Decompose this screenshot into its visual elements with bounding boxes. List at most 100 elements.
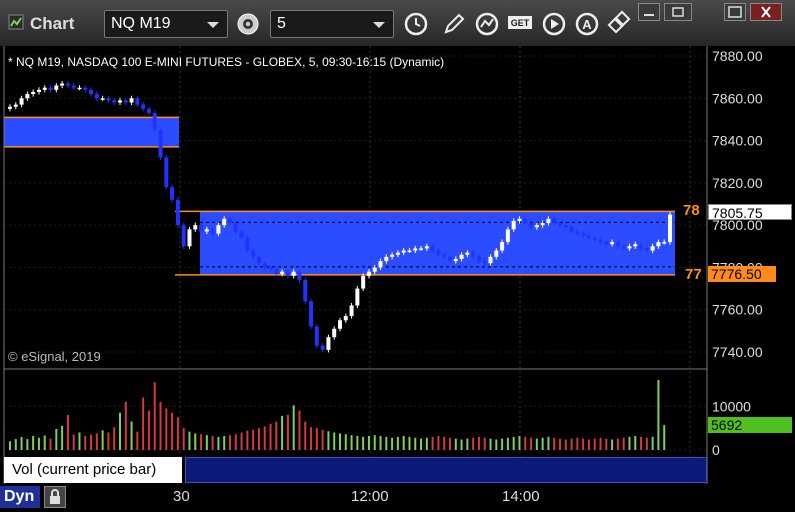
candle-body <box>413 248 418 251</box>
candle-body <box>563 225 568 228</box>
price-axis-label: 7840.00 <box>712 133 763 149</box>
candle-body <box>343 316 348 321</box>
volume-axis-label: 0 <box>712 442 720 458</box>
candle-body <box>505 229 510 243</box>
volume-bars <box>9 380 666 450</box>
candle-body <box>170 187 175 200</box>
candle-body <box>112 100 117 103</box>
candle-body <box>471 252 476 257</box>
price-axis-label: 7880.00 <box>712 48 763 64</box>
candle-body <box>639 244 644 249</box>
price-chart[interactable]: 7880.007860.007840.007820.007800.007780.… <box>0 0 795 510</box>
candle-body <box>83 87 88 90</box>
price-axis-label: 7820.00 <box>712 175 763 191</box>
candle-body <box>187 229 192 247</box>
study-close-icon[interactable]: × <box>170 456 177 470</box>
candle-body <box>65 83 70 86</box>
lock-button[interactable] <box>44 486 66 508</box>
candle-body <box>100 98 105 100</box>
candle-body <box>500 242 505 251</box>
candle-body <box>378 261 383 268</box>
study-input-area[interactable] <box>185 457 707 483</box>
candle-body <box>291 271 296 276</box>
candle-body <box>627 246 632 249</box>
candle-body <box>656 242 661 247</box>
candle-body <box>540 223 545 226</box>
candle-body <box>274 269 279 274</box>
candle-body <box>152 113 157 130</box>
candle-body <box>558 223 562 226</box>
time-label-1200: 12:00 <box>351 488 389 505</box>
candle-body <box>384 256 389 262</box>
candle-body <box>581 233 586 236</box>
candle-body <box>8 106 12 109</box>
candle-body <box>407 250 412 253</box>
price-axis-label: 7740.00 <box>712 344 763 360</box>
candle-body <box>424 246 429 249</box>
candle-body <box>233 223 238 232</box>
candle-body <box>662 242 667 244</box>
candle-body <box>31 91 36 95</box>
volume-axis-label: 10000 <box>712 398 751 414</box>
candle-body <box>644 248 649 251</box>
dynamic-button[interactable]: Dyn <box>0 486 40 508</box>
candle-body <box>193 225 198 230</box>
candle-body <box>332 328 337 338</box>
candle-body <box>36 89 41 92</box>
candle-body <box>482 261 487 264</box>
candle-body <box>615 242 620 247</box>
candle-body <box>355 288 360 306</box>
candle-body <box>210 229 215 234</box>
candle-body <box>123 100 128 103</box>
candle-body <box>372 267 377 272</box>
candle-body <box>534 225 539 228</box>
candle-body <box>494 250 499 257</box>
candle-body <box>94 94 99 99</box>
zone-lower <box>200 211 675 275</box>
candle-body <box>395 252 400 255</box>
time-label-1400: 14:00 <box>502 488 540 505</box>
candle-body <box>459 254 464 259</box>
price-axis-label: 7760.00 <box>712 302 763 318</box>
candle-body <box>598 239 603 243</box>
candle-body <box>338 320 342 329</box>
candle-body <box>349 305 354 317</box>
candle-body <box>13 104 18 107</box>
study-label[interactable]: Vol (current price bar) <box>4 457 182 483</box>
candle-body <box>268 267 273 270</box>
candle-body <box>442 254 447 257</box>
candle-body <box>164 157 169 188</box>
candle-body <box>135 98 140 105</box>
lower-level-price-tag: 7776.50 <box>708 266 776 282</box>
candle-body <box>552 218 557 224</box>
candle-body <box>604 242 609 245</box>
candle-body <box>586 235 591 238</box>
candle-body <box>262 263 267 268</box>
candle-body <box>60 83 65 86</box>
lock-icon <box>50 489 60 504</box>
candle-body <box>436 250 441 255</box>
last-volume-tag: 5692 <box>708 417 792 433</box>
candle-body <box>529 223 534 228</box>
price-axis: 7880.007860.007840.007820.007800.007780.… <box>712 48 763 458</box>
candle-body <box>25 94 30 99</box>
candle-body <box>361 275 366 289</box>
time-label-30: 30 <box>173 488 190 505</box>
candle-body <box>517 218 522 221</box>
candle-body <box>448 256 452 262</box>
candle-body <box>245 237 250 251</box>
candle-body <box>390 254 395 257</box>
candle-body <box>320 345 325 350</box>
candle-body <box>19 98 24 105</box>
candle-body <box>511 220 516 230</box>
candle-body <box>71 85 76 88</box>
candle-body <box>430 246 435 251</box>
candle-body <box>297 271 302 281</box>
candle-body <box>158 130 163 158</box>
candle-body <box>48 87 53 90</box>
candle-body <box>199 225 204 232</box>
candle-body <box>326 337 331 350</box>
candle-body <box>569 227 574 232</box>
candle-body <box>146 108 151 114</box>
candle-body <box>251 250 256 257</box>
